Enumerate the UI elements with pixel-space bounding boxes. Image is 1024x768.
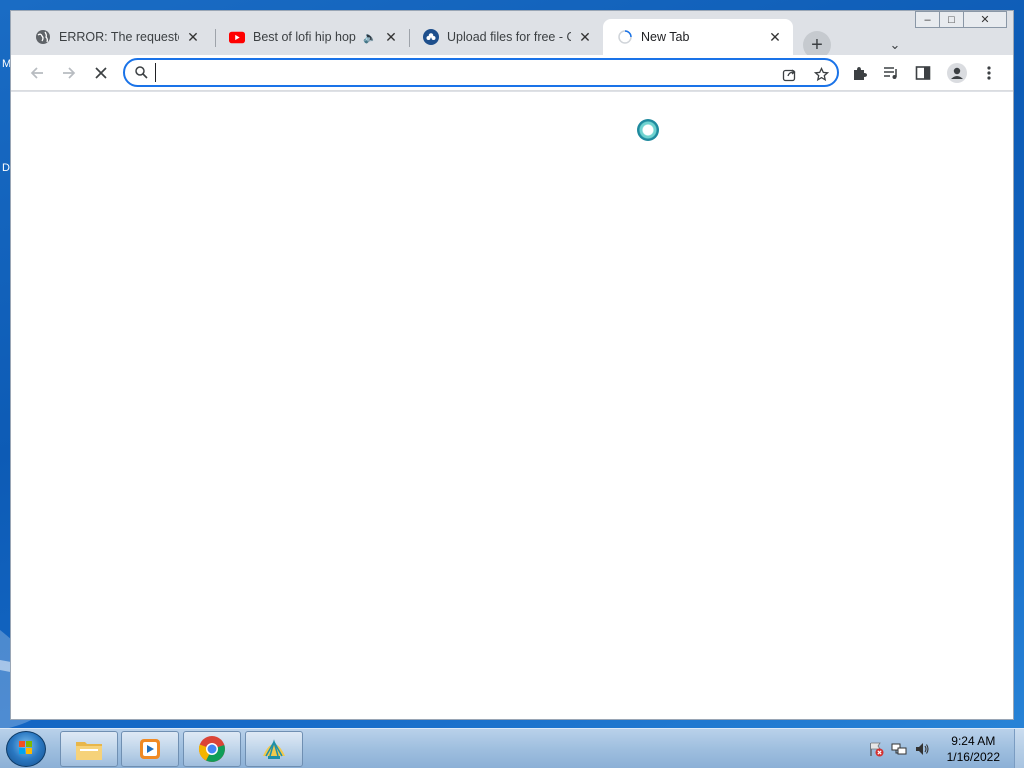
desktop-icon-label: D xyxy=(2,162,10,174)
profile-avatar-icon[interactable] xyxy=(943,59,971,87)
clock-date: 1/16/2022 xyxy=(946,750,1000,764)
tab-search-icon[interactable]: ⌄ xyxy=(883,33,907,57)
address-input[interactable] xyxy=(155,63,765,82)
tab-lofi[interactable]: Best of lofi hip hop 2 🔈 ✕ xyxy=(215,19,409,55)
system-tray: 9:24 AM 1/16/2022 xyxy=(866,729,1024,768)
bookmark-star-icon[interactable] xyxy=(811,64,831,84)
taskbar: 9:24 AM 1/16/2022 xyxy=(0,728,1024,768)
network-icon[interactable] xyxy=(889,739,909,759)
show-desktop-button[interactable] xyxy=(1014,729,1024,768)
youtube-icon xyxy=(229,29,245,45)
cloud-upload-icon xyxy=(423,29,439,45)
close-tab-icon[interactable]: ✕ xyxy=(577,29,593,45)
file-explorer-icon[interactable] xyxy=(60,731,118,767)
media-controls-icon[interactable] xyxy=(877,59,905,87)
tab-upload[interactable]: Upload files for free - Op ✕ xyxy=(409,19,603,55)
speaker-icon[interactable]: 🔈 xyxy=(363,31,377,44)
tab-new-tab[interactable]: New Tab ✕ xyxy=(603,19,793,55)
browser-window: – □ ✕ ERROR: The requested U ✕ Best of l… xyxy=(10,10,1014,720)
close-tab-icon[interactable]: ✕ xyxy=(767,29,783,45)
chrome-icon[interactable] xyxy=(183,731,241,767)
tab-title: New Tab xyxy=(641,30,690,44)
address-bar[interactable] xyxy=(123,58,839,87)
tab-error[interactable]: ERROR: The requested U ✕ xyxy=(21,19,211,55)
tab-title: ERROR: The requested U xyxy=(59,30,179,44)
taskbar-clock[interactable]: 9:24 AM 1/16/2022 xyxy=(947,733,1000,765)
extensions-puzzle-icon[interactable] xyxy=(845,59,873,87)
close-tab-icon[interactable]: ✕ xyxy=(383,29,399,45)
clock-time: 9:24 AM xyxy=(951,734,996,748)
close-tab-icon[interactable]: ✕ xyxy=(185,29,201,45)
tab-title: Best of lofi hip hop 2 xyxy=(253,30,359,44)
volume-icon[interactable] xyxy=(912,739,932,759)
stop-loading-icon[interactable] xyxy=(87,59,115,87)
busy-cursor-icon xyxy=(637,119,659,141)
action-center-flag-icon[interactable] xyxy=(866,739,886,759)
more-menu-icon[interactable] xyxy=(975,59,1003,87)
tab-title: Upload files for free - Op xyxy=(447,30,571,44)
toolbar xyxy=(11,55,1013,91)
forward-icon[interactable] xyxy=(55,59,83,87)
search-icon xyxy=(134,65,148,82)
page-content xyxy=(11,92,1013,719)
media-player-icon[interactable] xyxy=(121,731,179,767)
loading-spinner-icon xyxy=(617,29,633,45)
globe-icon xyxy=(35,29,51,45)
share-icon[interactable] xyxy=(779,64,799,84)
side-panel-icon[interactable] xyxy=(909,59,937,87)
shell-app-icon[interactable] xyxy=(245,731,303,767)
tab-strip: ERROR: The requested U ✕ Best of lofi hi… xyxy=(11,19,1013,59)
start-button[interactable] xyxy=(6,731,46,767)
back-icon[interactable] xyxy=(23,59,51,87)
